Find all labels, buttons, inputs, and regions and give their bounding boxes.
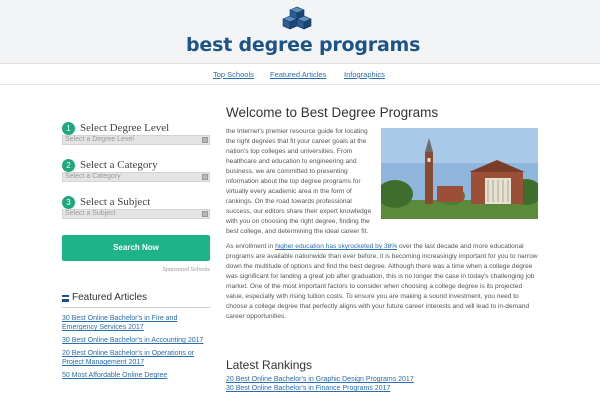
select-placeholder: Select a Category (65, 173, 121, 180)
featured-heading-text: Featured Articles (72, 292, 148, 303)
select-placeholder: Select a Subject (65, 210, 116, 217)
list-icon (62, 295, 69, 302)
select-placeholder: Select a Degree Level (65, 136, 134, 143)
dropdown-arrow-icon (202, 137, 208, 143)
featured-article-link[interactable]: 30 Best Online Bachelor's in Accounting … (62, 336, 210, 345)
finder-step-subject: 3 Select a Subject Select a Subject (62, 194, 210, 231)
step-number: 2 (62, 159, 75, 172)
featured-article-link[interactable]: 20 Best Online Bachelor's in Operations … (62, 349, 210, 367)
nav-top-schools[interactable]: Top Schools (213, 70, 254, 79)
logo-word-2: degree (238, 34, 313, 56)
dropdown-arrow-icon (202, 174, 208, 180)
enrollment-paragraph: As enrollment in higher education has sk… (226, 242, 538, 322)
main-content: Welcome to Best Degree Programs the Inte… (226, 105, 538, 322)
step-number: 1 (62, 122, 75, 135)
category-select[interactable]: Select a Category (62, 172, 210, 182)
top-nav: Top Schools Featured Articles Infographi… (0, 65, 600, 85)
step-header: 2 Select a Category (62, 159, 210, 173)
featured-article-link[interactable]: 50 Most Affordable Online Degree (62, 371, 210, 380)
logo-word-1: best (186, 34, 239, 56)
step-header: 1 Select Degree Level (62, 122, 210, 136)
subject-select[interactable]: Select a Subject (62, 209, 210, 219)
step-title: Select Degree Level (80, 122, 170, 134)
search-now-button[interactable]: Search Now (62, 235, 210, 261)
step-title: Select a Subject (80, 196, 151, 208)
cubes-logo-icon (282, 6, 312, 30)
featured-article-link[interactable]: 30 Best Online Bachelor's in Fire and Em… (62, 314, 210, 332)
logo-wordmark: best degree programs (186, 34, 420, 56)
logo-word-3: programs (312, 34, 421, 56)
page-title: Welcome to Best Degree Programs (226, 105, 439, 120)
dropdown-arrow-icon (202, 211, 208, 217)
site-header: best degree programs (0, 0, 600, 64)
para2-before: As enrollment in (226, 243, 276, 250)
latest-rankings-heading: Latest Rankings (226, 358, 313, 372)
site-logo[interactable]: best degree programs (186, 6, 420, 60)
step-title: Select a Category (80, 159, 158, 171)
nav-featured-articles[interactable]: Featured Articles (270, 70, 326, 79)
finder-step-degree-level: 1 Select Degree Level Select a Degree Le… (62, 120, 210, 157)
featured-articles: Featured Articles 30 Best Online Bachelo… (62, 292, 210, 384)
step-header: 3 Select a Subject (62, 196, 210, 210)
ranking-link[interactable]: 20 Best Online Bachelor's in Graphic Des… (226, 375, 538, 384)
sponsored-schools-label: Sponsored Schools (162, 267, 210, 273)
degree-level-select[interactable]: Select a Degree Level (62, 135, 210, 145)
campus-photo (381, 128, 538, 219)
degree-finder: 1 Select Degree Level Select a Degree Le… (62, 120, 210, 273)
finder-step-category: 2 Select a Category Select a Category (62, 157, 210, 194)
para2-after: over the last decade and more educationa… (226, 243, 538, 320)
nav-infographics[interactable]: Infographics (344, 70, 385, 79)
higher-education-link[interactable]: higher education has skyrocketed by 38% (275, 243, 397, 250)
step-number: 3 (62, 196, 75, 209)
featured-articles-heading: Featured Articles (62, 292, 210, 308)
ranking-link[interactable]: 30 Best Online Bachelor's in Finance Pro… (226, 384, 538, 393)
latest-rankings: Latest Rankings 20 Best Online Bachelor'… (226, 358, 538, 393)
